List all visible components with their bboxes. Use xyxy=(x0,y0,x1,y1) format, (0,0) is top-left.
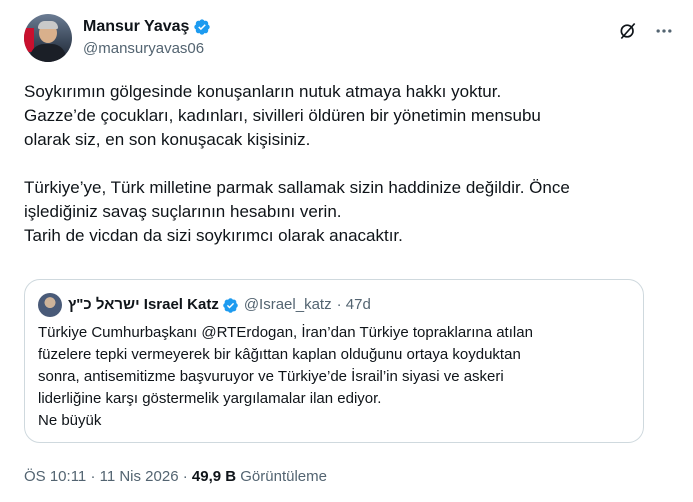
tweet-line: Türkiye’ye, Türk milletine parmak sallam… xyxy=(24,178,570,197)
quoted-line: liderliğine karşı göstermelik yargılamal… xyxy=(38,390,382,407)
tweet-time[interactable]: ÖS 10:11 xyxy=(24,468,86,485)
meta-separator: · xyxy=(182,468,188,485)
views-count: 49,9 B xyxy=(191,468,237,485)
verified-badge-icon xyxy=(223,297,238,313)
tweet-header: Mansur Yavaş @mansuryavas06 xyxy=(24,14,675,62)
tweet-line: işlediğiniz savaş suçlarının hesabını ve… xyxy=(24,202,342,221)
tweet-line: Gazze’de çocukları, kadınları, sivilleri… xyxy=(24,106,541,125)
tweet-meta: ÖS 10:11 · 11 Nis 2026 · 49,9 B Görüntül… xyxy=(24,467,327,487)
views-label: Görüntüleme xyxy=(240,468,327,485)
tweet-line: Tarih de vicdan da sizi soykırımcı olara… xyxy=(24,226,403,245)
quoted-tweet-header: ישראל כ"ץ Israel Katz @Israel_katz · 47d xyxy=(38,293,371,317)
tweet-line: olarak siz, en son konuşacak kişisiniz. xyxy=(24,130,311,149)
quoted-line: Ne büyük xyxy=(38,412,102,429)
quoted-tweet-text: Türkiye Cumhurbaşkanı @RTErdogan, İran’d… xyxy=(38,322,628,432)
quoted-author-avatar xyxy=(38,293,62,317)
author-name[interactable]: Mansur Yavaş xyxy=(83,17,189,37)
more-icon[interactable] xyxy=(653,20,675,42)
grok-icon[interactable] xyxy=(617,20,639,42)
quoted-line: füzelere tepki vermeyerek bir kâğıttan k… xyxy=(38,346,521,363)
author-avatar[interactable] xyxy=(24,14,72,62)
quoted-line: sonra, antisemitizme başvuruyor ve Türki… xyxy=(38,368,504,385)
quoted-tweet-age: · 47d xyxy=(336,296,371,313)
tweet-date[interactable]: · 11 Nis 2026 xyxy=(90,468,178,485)
quoted-tweet[interactable]: ישראל כ"ץ Israel Katz @Israel_katz · 47d… xyxy=(24,279,644,443)
author-handle[interactable]: @mansuryavas06 xyxy=(83,39,211,59)
tweet-text: Soykırımın gölgesinde konuşanların nutuk… xyxy=(24,80,664,248)
verified-badge-icon xyxy=(194,19,211,35)
quoted-author-name: ישראל כ"ץ Israel Katz xyxy=(68,296,219,313)
quoted-author-handle: @Israel_katz xyxy=(243,296,332,313)
quoted-line: Türkiye Cumhurbaşkanı @RTErdogan, İran’d… xyxy=(38,324,533,341)
author-names: Mansur Yavaş @mansuryavas06 xyxy=(83,17,211,59)
tweet-line: Soykırımın gölgesinde konuşanların nutuk… xyxy=(24,82,502,101)
